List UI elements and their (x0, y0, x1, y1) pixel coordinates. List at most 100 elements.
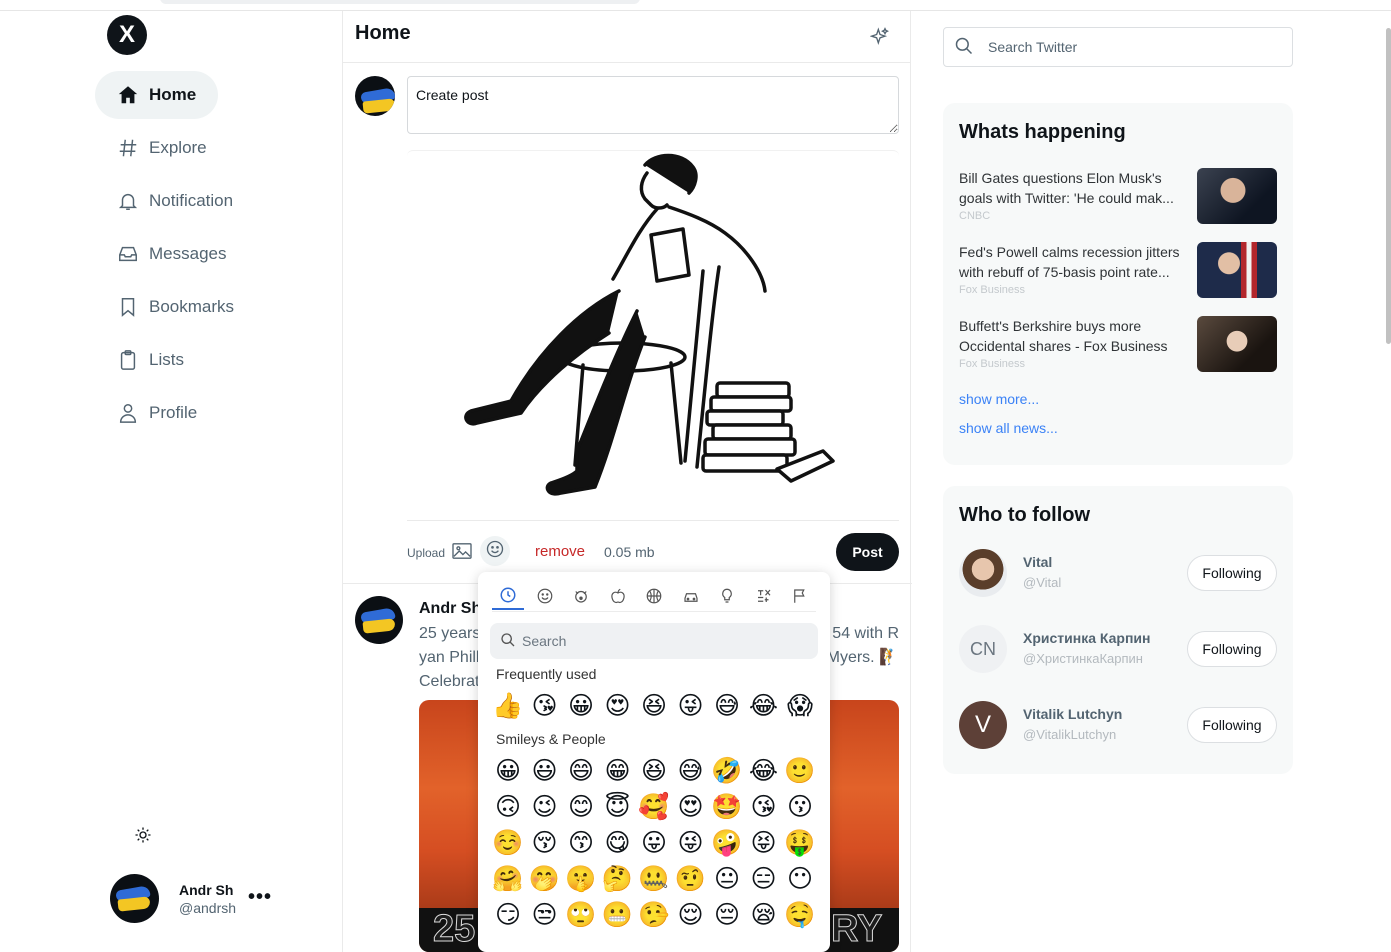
emoji[interactable]: 🙄 (565, 899, 597, 931)
scrollbar[interactable] (1386, 28, 1391, 344)
emoji[interactable]: 😆 (638, 755, 670, 787)
emoji[interactable]: 😋 (602, 827, 634, 859)
nav-bookmarks[interactable]: Bookmarks (95, 283, 256, 331)
emoji[interactable]: 😏 (492, 899, 524, 931)
emoji[interactable]: 😗 (784, 791, 816, 823)
news-item[interactable]: Buffett's Berkshire buys more Occidental… (959, 316, 1277, 376)
upload-button[interactable]: Upload (407, 542, 473, 563)
emoji[interactable]: 😄 (565, 755, 597, 787)
emoji[interactable]: 😍 (675, 791, 707, 823)
current-user[interactable]: Andr Sh @andrsh ••• (110, 874, 271, 923)
nav-home[interactable]: Home (95, 71, 219, 119)
emoji[interactable]: 🙃 (492, 791, 524, 823)
follow-name[interactable]: Христинка Карпин (1023, 630, 1150, 646)
nav-lists[interactable]: Lists (95, 336, 206, 384)
emoji[interactable]: 😇 (602, 791, 634, 823)
emoji[interactable]: 🤤 (784, 899, 816, 931)
avatar[interactable]: V (959, 701, 1007, 749)
emoji[interactable]: 😅 (711, 690, 743, 722)
nav-notification[interactable]: Notification (95, 177, 255, 225)
emoji[interactable]: 😘 (529, 690, 561, 722)
emoji[interactable]: 🤩 (711, 791, 743, 823)
emoji[interactable]: 🤥 (638, 899, 670, 931)
nav-messages[interactable]: Messages (95, 230, 248, 278)
sport-icon[interactable] (638, 582, 670, 610)
emoji[interactable]: ☺️ (492, 827, 524, 859)
more-options-icon[interactable]: ••• (248, 886, 272, 909)
emoji[interactable]: 😬 (602, 899, 634, 931)
emoji[interactable]: 😃 (529, 755, 561, 787)
create-post-input[interactable]: Create post (407, 76, 899, 134)
nav-profile[interactable]: Profile (95, 389, 219, 437)
emoji[interactable]: 😅 (675, 755, 707, 787)
emoji[interactable]: 🤣 (711, 755, 743, 787)
emoji[interactable]: 😶 (784, 863, 816, 895)
tweet-line: yan Phill (419, 649, 480, 666)
show-all-news-link[interactable]: show all news... (959, 420, 1058, 436)
flag-icon[interactable] (784, 582, 816, 610)
food-icon[interactable] (602, 582, 634, 610)
emoji[interactable]: 🤑 (784, 827, 816, 859)
emoji[interactable]: 😊 (565, 791, 597, 823)
emoji[interactable]: 😂 (748, 755, 780, 787)
emoji[interactable]: 😛 (638, 827, 670, 859)
emoji[interactable]: 😪 (748, 899, 780, 931)
emoji[interactable]: 🤫 (565, 863, 597, 895)
emoji[interactable]: 😌 (675, 899, 707, 931)
following-button[interactable]: Following (1187, 631, 1277, 667)
emoji[interactable]: 😀 (492, 755, 524, 787)
emoji[interactable]: 😘 (748, 791, 780, 823)
emoji[interactable]: 🤪 (711, 827, 743, 859)
emoji[interactable]: 👍 (492, 690, 524, 722)
news-item[interactable]: Bill Gates questions Elon Musk's goals w… (959, 168, 1277, 228)
avatar[interactable] (959, 549, 1007, 597)
tweet-avatar[interactable] (355, 596, 403, 644)
post-button[interactable]: Post (836, 533, 899, 571)
tweet-author-name[interactable]: Andr Sh (419, 600, 481, 618)
emoji[interactable]: 😙 (565, 827, 597, 859)
emoji[interactable]: 🤔 (602, 863, 634, 895)
emoji[interactable]: 😂 (748, 690, 780, 722)
emoji[interactable]: 😁 (602, 755, 634, 787)
remove-attachment-button[interactable]: remove (535, 543, 585, 560)
follow-name[interactable]: Vital (1023, 554, 1052, 570)
sparkle-icon[interactable] (869, 27, 890, 52)
recent-icon[interactable] (492, 582, 524, 610)
animal-icon[interactable] (565, 582, 597, 610)
emoji[interactable]: 🥰 (638, 791, 670, 823)
emoji[interactable]: 😝 (748, 827, 780, 859)
emoji[interactable]: 😱 (784, 690, 816, 722)
travel-icon[interactable] (675, 582, 707, 610)
emoji[interactable]: 😜 (675, 690, 707, 722)
nav-explore[interactable]: Explore (95, 124, 229, 172)
emoji[interactable]: 😔 (711, 899, 743, 931)
x-logo[interactable]: X (107, 15, 147, 55)
show-more-link[interactable]: show more... (959, 391, 1039, 407)
emoji[interactable]: 😚 (529, 827, 561, 859)
follow-name[interactable]: Vitalik Lutchyn (1023, 706, 1122, 722)
emoji[interactable]: 🤗 (492, 863, 524, 895)
following-button[interactable]: Following (1187, 707, 1277, 743)
emoji[interactable]: 😐 (711, 863, 743, 895)
object-icon[interactable] (711, 582, 743, 610)
search-twitter-input[interactable]: Search Twitter (943, 27, 1293, 67)
news-item[interactable]: Fed's Powell calms recession jitters wit… (959, 242, 1277, 302)
avatar[interactable]: CN (959, 625, 1007, 673)
emoji-search-input[interactable]: Search (490, 623, 818, 659)
emoji[interactable]: 😀 (565, 690, 597, 722)
emoji[interactable]: 😆 (638, 690, 670, 722)
emoji[interactable]: 😑 (748, 863, 780, 895)
following-button[interactable]: Following (1187, 555, 1277, 591)
emoji[interactable]: 🙂 (784, 755, 816, 787)
emoji[interactable]: 🤭 (529, 863, 561, 895)
emoji-button[interactable] (480, 536, 510, 566)
emoji[interactable]: 🤐 (638, 863, 670, 895)
emoji[interactable]: 😉 (529, 791, 561, 823)
emoji[interactable]: 🤨 (675, 863, 707, 895)
symbol-icon[interactable] (748, 582, 780, 610)
theme-toggle-sun-icon[interactable] (132, 824, 154, 846)
emoji[interactable]: 😍 (602, 690, 634, 722)
smiley-icon[interactable] (529, 582, 561, 610)
emoji[interactable]: 😒 (529, 899, 561, 931)
emoji[interactable]: 😜 (675, 827, 707, 859)
